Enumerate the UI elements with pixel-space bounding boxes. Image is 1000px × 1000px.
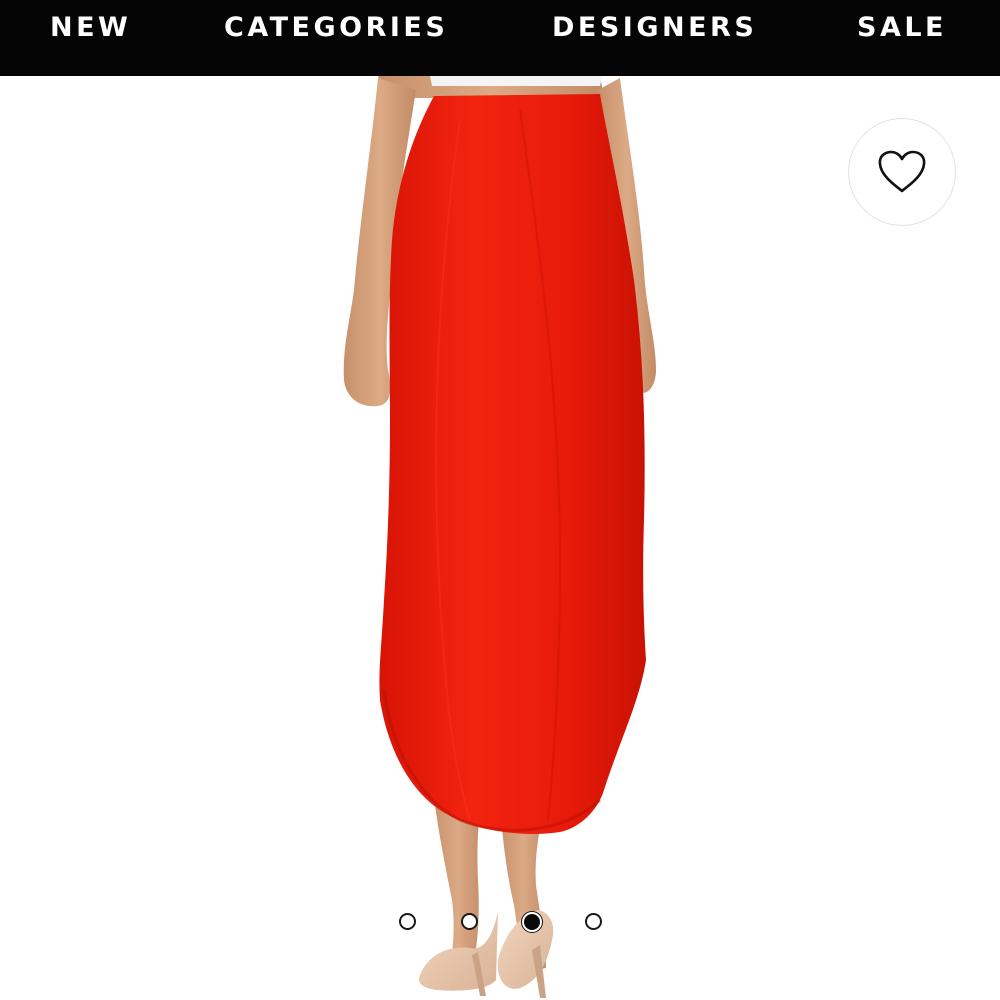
product-photo-illustration: [343, 76, 656, 998]
nav-item-sale[interactable]: SALE: [857, 12, 947, 44]
carousel-dot-1[interactable]: [399, 913, 416, 930]
wishlist-button[interactable]: [848, 118, 956, 226]
red-skirt: [379, 94, 646, 834]
carousel-dot-2[interactable]: [461, 913, 478, 930]
heart-outline-icon: [878, 150, 926, 193]
top-navigation-bar: NEW CATEGORIES DESIGNERS SALE: [0, 0, 1000, 76]
carousel-dots: [0, 912, 1000, 935]
carousel-dot-3-active[interactable]: [522, 912, 542, 932]
nav-item-new[interactable]: NEW: [50, 12, 131, 44]
carousel-dot-4[interactable]: [585, 913, 602, 930]
nav-item-designers[interactable]: DESIGNERS: [552, 12, 757, 44]
product-image[interactable]: [0, 76, 1000, 1000]
nav-item-categories[interactable]: CATEGORIES: [224, 12, 448, 44]
white-top: [430, 76, 602, 86]
